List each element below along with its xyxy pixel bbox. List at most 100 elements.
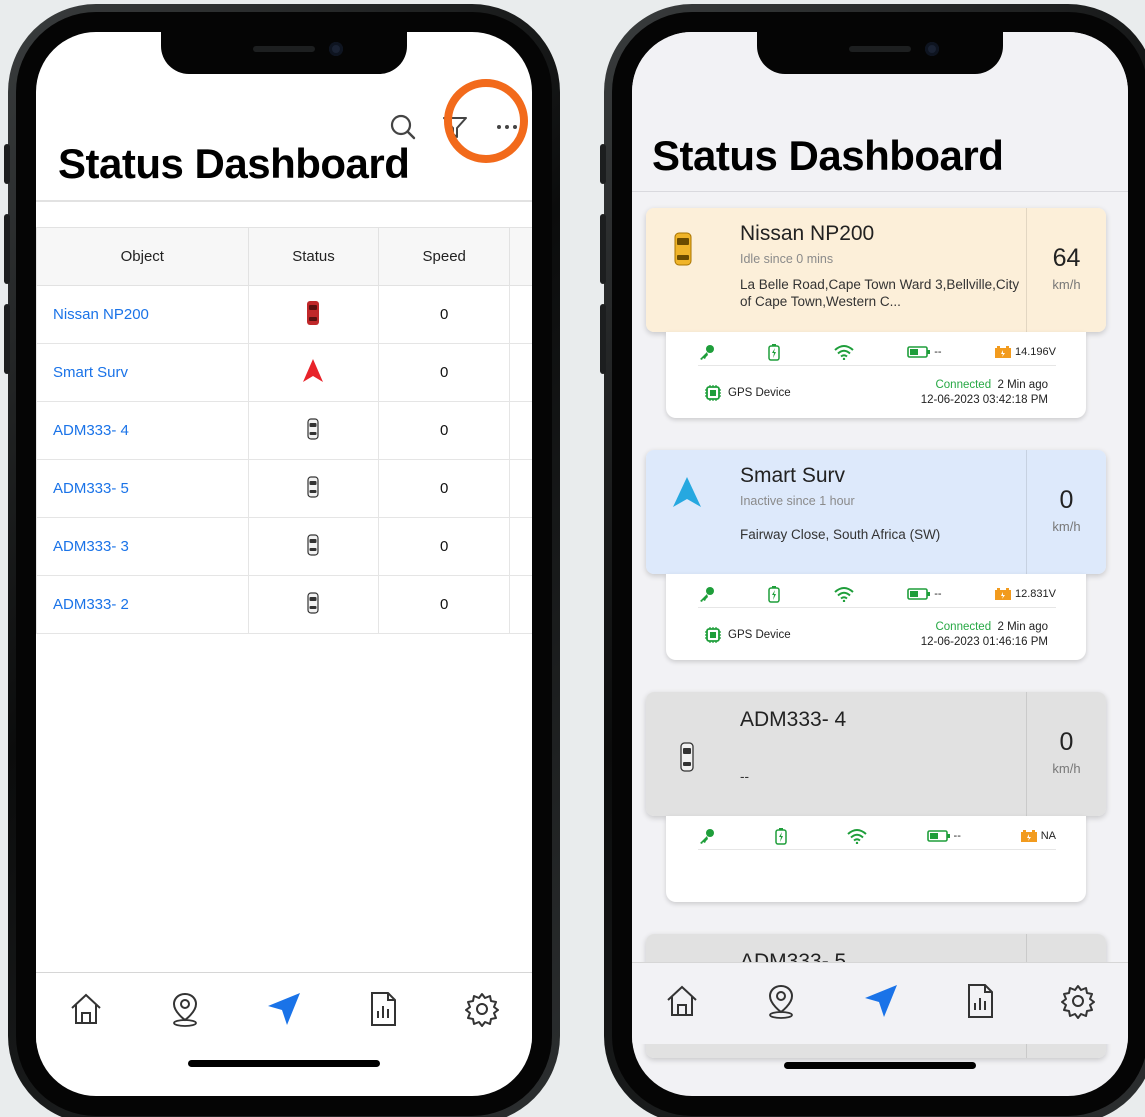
vehicle-name: Smart Surv: [740, 464, 846, 487]
table-row[interactable]: ADM333- 4 0: [36, 401, 532, 460]
navigation-arrow-icon[interactable]: [861, 981, 901, 1026]
grey-car-icon: [307, 475, 320, 498]
speed-cell: 0: [378, 285, 511, 344]
location-pin-icon[interactable]: [163, 987, 207, 1031]
voltage: NA: [1020, 829, 1056, 843]
speed-box: 0 km/h: [1026, 450, 1106, 574]
wifi-icon: [847, 828, 867, 844]
chip-icon: [705, 627, 721, 643]
search-icon[interactable]: [388, 112, 418, 142]
tab-bar: [36, 972, 532, 1044]
wifi-icon: [834, 586, 854, 602]
gps-device: GPS Device: [704, 384, 791, 402]
location-pin-icon[interactable]: [762, 982, 800, 1025]
navigation-arrow-icon[interactable]: [262, 987, 306, 1031]
report-icon[interactable]: [361, 987, 405, 1031]
volume-up-button: [600, 214, 606, 284]
status-cell: [247, 575, 380, 634]
sensor-icons: -- 12.831V: [698, 584, 1056, 608]
settings-gear-icon[interactable]: [460, 987, 504, 1031]
page-title: Status Dashboard: [58, 140, 410, 187]
speed-value: 0: [1059, 486, 1074, 514]
silent-switch: [600, 144, 606, 184]
settings-gear-icon[interactable]: [1059, 982, 1097, 1025]
table-row[interactable]: ADM333- 2 0: [36, 575, 532, 634]
vehicle-card[interactable]: Nissan NP200 Idle since 0 mins La Belle …: [646, 208, 1106, 332]
status-cell: [247, 285, 380, 344]
notch: [161, 32, 407, 74]
divider: [36, 200, 532, 202]
voltage: 12.831V: [994, 587, 1056, 601]
vehicle-name: ADM333- 4: [740, 708, 847, 731]
speed-cell: 0: [378, 343, 511, 402]
speed-unit: km/h: [1052, 761, 1081, 776]
voltage: 14.196V: [994, 345, 1056, 359]
vehicle-address: Fairway Close, South Africa (SW): [740, 527, 941, 542]
object-link[interactable]: ADM333- 2: [36, 575, 249, 634]
vehicle-card[interactable]: ADM333- 4 -- 0 km/h: [646, 692, 1106, 816]
notch: [757, 32, 1003, 74]
volume-down-button: [4, 304, 10, 374]
column-header-object[interactable]: Object: [36, 227, 249, 286]
vehicle-address: La Belle Road,Cape Town Ward 3,Bellville…: [740, 277, 1020, 309]
status-cell: [247, 343, 380, 402]
battery-charge-icon: [768, 585, 781, 603]
column-header-status[interactable]: Status: [247, 227, 380, 286]
battery-level: --: [926, 830, 961, 842]
yellow-car-icon: [674, 232, 692, 266]
battery-level: --: [907, 588, 942, 600]
battery-icon: [907, 345, 931, 358]
gps-device: GPS Device: [704, 626, 791, 644]
speed-value: 64: [1052, 244, 1081, 272]
vehicle-substatus: Idle since 0 mins: [740, 252, 834, 266]
vehicle-address: --: [740, 769, 749, 784]
speed-cell: 0: [378, 459, 511, 518]
speed-box: 64 km/h: [1026, 208, 1106, 332]
table-row[interactable]: ADM333- 5 0: [36, 459, 532, 518]
volume-up-button: [4, 214, 10, 284]
grey-car-icon: [307, 533, 320, 556]
wifi-icon: [834, 344, 854, 360]
speed-unit: km/h: [1052, 277, 1081, 292]
card-detail: -- 12.831V GPS Device Connected 2 Min ag…: [666, 574, 1086, 660]
tab-bar: [632, 962, 1128, 1044]
connection-info: Connected 2 Min ago 12-06-2023 01:46:16 …: [920, 621, 1048, 648]
object-link[interactable]: Smart Surv: [36, 343, 249, 402]
device-row: GPS Device Connected 2 Min ago 12-06-202…: [704, 374, 1048, 410]
report-icon[interactable]: [962, 982, 998, 1025]
table-header-row: Object Status Speed: [36, 227, 532, 286]
grey-car-icon: [307, 591, 320, 614]
object-link[interactable]: ADM333- 4: [36, 401, 249, 460]
status-cell: [247, 401, 380, 460]
speed-value: 0: [1059, 728, 1074, 756]
card-detail: -- NA: [666, 816, 1086, 902]
speed-cell: 0: [378, 517, 511, 576]
speed-cell: 0: [378, 401, 511, 460]
object-link[interactable]: Nissan NP200: [36, 285, 249, 344]
card-header: ADM333- 4 -- 0 km/h: [646, 692, 1106, 816]
sensor-icons: -- 14.196V: [698, 342, 1056, 366]
home-icon[interactable]: [64, 987, 108, 1031]
vehicle-substatus: Inactive since 1 hour: [740, 494, 855, 508]
home-icon[interactable]: [663, 982, 701, 1025]
column-header-overflow: [509, 227, 532, 286]
table-row[interactable]: ADM333- 3 0: [36, 517, 532, 576]
home-indicator: [784, 1062, 976, 1069]
speed-unit: km/h: [1052, 519, 1081, 534]
car-battery-icon: [1020, 829, 1037, 842]
status-cell: [247, 459, 380, 518]
left-screen: Status Dashboard Object Status Speed Nis…: [36, 32, 532, 1096]
object-link[interactable]: ADM333- 3: [36, 517, 249, 576]
column-header-speed[interactable]: Speed: [378, 227, 511, 286]
sensor-icons: -- NA: [698, 826, 1056, 850]
status-cell: [247, 517, 380, 576]
battery-charge-icon: [768, 343, 781, 361]
car-battery-icon: [995, 345, 1012, 358]
left-phone-frame: Status Dashboard Object Status Speed Nis…: [4, 4, 560, 1117]
table-row[interactable]: Nissan NP200 0: [36, 285, 532, 344]
page-title: Status Dashboard: [652, 132, 1004, 179]
object-link[interactable]: ADM333- 5: [36, 459, 249, 518]
vehicle-card[interactable]: Smart Surv Inactive since 1 hour Fairway…: [646, 450, 1106, 574]
red-car-icon: [307, 300, 320, 325]
table-row[interactable]: Smart Surv 0: [36, 343, 532, 402]
